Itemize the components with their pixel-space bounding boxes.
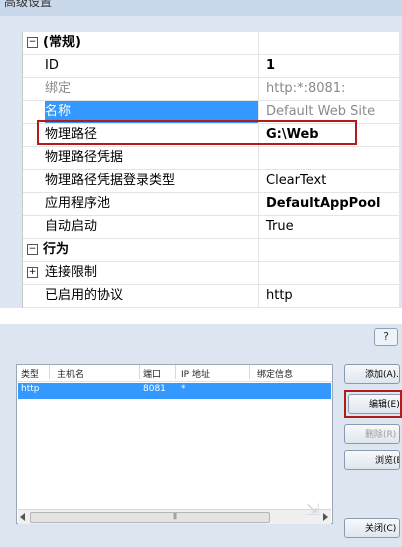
property-value: ClearText bbox=[266, 173, 327, 188]
column-header-port[interactable]: 端口 bbox=[143, 367, 161, 380]
property-name: 物理路径凭据登录类型 bbox=[45, 170, 259, 192]
property-value: 1 bbox=[266, 58, 276, 73]
property-row-bindings[interactable]: 绑定 http:*:8081: bbox=[23, 78, 399, 101]
list-header: 类型 主机名 端口 IP 地址 绑定信息 bbox=[17, 365, 332, 382]
scrollbar-grip-icon: ||| bbox=[173, 513, 177, 520]
physical-path-highlight bbox=[37, 120, 357, 145]
site-bindings-dialog: ? 类型 主机名 端口 IP 地址 绑定信息 http 8081 * ||| 添… bbox=[0, 324, 402, 547]
scroll-right-arrow-icon[interactable] bbox=[323, 513, 328, 521]
add-button[interactable]: 添加(A)... bbox=[344, 364, 400, 384]
help-button[interactable]: ? bbox=[374, 328, 398, 346]
property-row-id[interactable]: ID 1 bbox=[23, 55, 399, 78]
property-row-enabled-protocols[interactable]: 已启用的协议 http bbox=[23, 285, 399, 308]
property-value: True bbox=[266, 219, 294, 234]
binding-port: 8081 bbox=[143, 384, 166, 394]
column-divider[interactable] bbox=[139, 365, 140, 379]
property-value: http bbox=[266, 288, 293, 303]
category-behavior[interactable]: − 行为 bbox=[23, 239, 399, 262]
property-row-connection-limits[interactable]: + 连接限制 bbox=[23, 262, 399, 285]
category-label: 行为 bbox=[23, 239, 259, 261]
advanced-settings-window: 高级设置 − (常规) ID 1 绑定 http:*:8081: 名称 Defa… bbox=[0, 0, 402, 308]
property-name: ID bbox=[45, 55, 259, 77]
column-divider[interactable] bbox=[249, 365, 250, 379]
edit-button-highlight bbox=[344, 390, 402, 418]
image-separator bbox=[0, 308, 402, 324]
column-header-ip[interactable]: IP 地址 bbox=[181, 367, 210, 380]
property-row-path-credentials[interactable]: 物理路径凭据 bbox=[23, 147, 399, 170]
bindings-list[interactable]: 类型 主机名 端口 IP 地址 绑定信息 http 8081 * ||| bbox=[16, 364, 333, 524]
column-header-type[interactable]: 类型 bbox=[21, 367, 39, 380]
column-header-info[interactable]: 绑定信息 bbox=[257, 367, 293, 380]
property-name: 自动启动 bbox=[45, 216, 259, 238]
title-bar: 高级设置 bbox=[0, 0, 402, 16]
property-name: 应用程序池 bbox=[45, 193, 259, 215]
property-name: 绑定 bbox=[45, 78, 259, 100]
category-general[interactable]: − (常规) bbox=[23, 32, 399, 55]
remove-button[interactable]: 删除(R) bbox=[344, 424, 400, 444]
column-divider[interactable] bbox=[175, 365, 176, 379]
property-row-logon-type[interactable]: 物理路径凭据登录类型 ClearText bbox=[23, 170, 399, 193]
property-grid: − (常规) ID 1 绑定 http:*:8081: 名称 Default W… bbox=[22, 32, 399, 308]
property-name: 物理路径凭据 bbox=[45, 147, 259, 169]
scroll-left-arrow-icon[interactable] bbox=[20, 513, 25, 521]
scrollbar-thumb[interactable] bbox=[30, 512, 270, 523]
binding-type: http bbox=[21, 384, 40, 394]
property-name: 已启用的协议 bbox=[45, 285, 259, 307]
property-name: 连接限制 bbox=[45, 262, 259, 284]
property-row-auto-start[interactable]: 自动启动 True bbox=[23, 216, 399, 239]
window-title: 高级设置 bbox=[4, 0, 53, 9]
category-label: (常规) bbox=[23, 32, 259, 54]
horizontal-scrollbar[interactable]: ||| bbox=[18, 509, 331, 524]
binding-row[interactable]: http 8081 * bbox=[18, 383, 331, 399]
expand-icon[interactable]: + bbox=[27, 267, 38, 278]
mouse-cursor-icon: ⇲ bbox=[306, 500, 320, 519]
property-value: DefaultAppPool bbox=[266, 196, 381, 211]
browse-button[interactable]: 浏览(B) bbox=[344, 450, 400, 470]
close-button[interactable]: 关闭(C) bbox=[344, 518, 400, 538]
column-header-host[interactable]: 主机名 bbox=[57, 367, 84, 380]
property-value: http:*:8081: bbox=[266, 81, 346, 96]
binding-ip: * bbox=[181, 384, 186, 394]
property-row-app-pool[interactable]: 应用程序池 DefaultAppPool bbox=[23, 193, 399, 216]
column-divider[interactable] bbox=[49, 365, 50, 379]
